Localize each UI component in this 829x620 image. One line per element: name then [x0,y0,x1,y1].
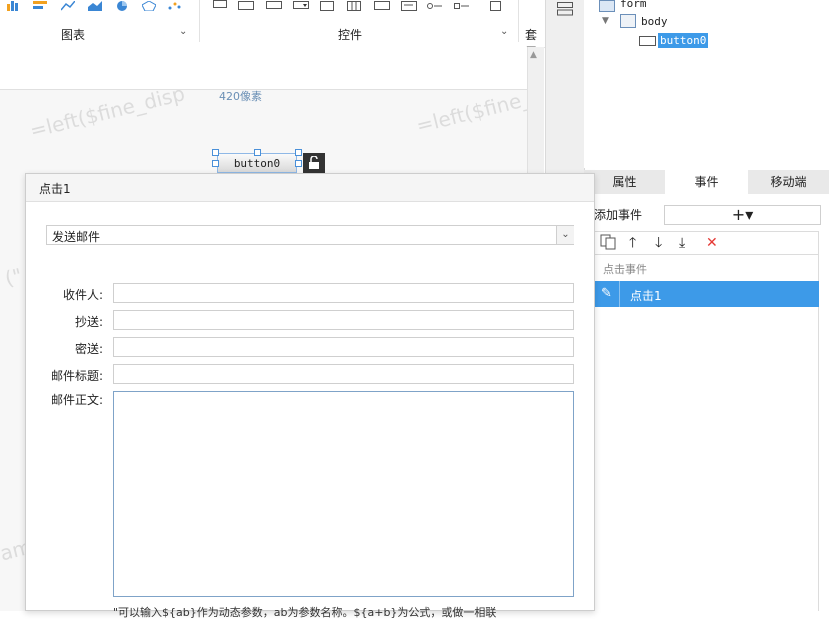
ribbon-toolbar: 图表 ⌄ 控件 ⌄ 套用 [0,0,545,59]
chevron-down-icon[interactable]: ⌄ [500,26,508,37]
resize-handle[interactable] [295,160,302,167]
event-list-item[interactable] [594,281,819,307]
ribbon-group-widgets: 控件 [338,28,363,42]
parameter-hint: "可以输入${ab}作为动态参数，ab为参数名称。${a+b}为公式，或做一相联 [113,606,497,619]
edit-pencil-icon[interactable]: ✎ [594,281,620,307]
dropdown-widget-icon[interactable] [293,0,309,10]
dialog-header [26,174,594,202]
body-label: 邮件正文: [50,393,103,407]
body-node-icon [620,14,636,28]
panel-tabs: 属性 事件 移动端 [584,170,829,194]
canvas-button-widget[interactable]: button0 [217,153,297,173]
area-chart-icon[interactable] [88,0,102,11]
ribbon-divider [518,0,519,42]
dialog-title: 点击1 [39,182,71,196]
date-widget-icon[interactable] [320,0,334,11]
textarea-widget-icon[interactable] [401,0,417,11]
subject-input[interactable] [113,364,574,384]
grid-widget-icon[interactable] [347,0,361,11]
tab-mobile[interactable]: 移动端 [748,170,829,194]
canvas-width-label: 420像素 [219,90,262,103]
label-widget-icon[interactable] [238,0,254,10]
unlock-icon[interactable] [303,153,325,173]
bcc-label: 密送: [74,342,103,356]
pie-chart-icon[interactable] [115,0,129,11]
horizontal-bar-chart-icon[interactable] [33,0,47,10]
line-chart-icon[interactable] [60,0,76,11]
move-to-bottom-icon[interactable]: ⤓ [679,234,685,252]
resize-handle[interactable] [212,149,219,156]
checkbox-group-icon[interactable] [454,0,469,10]
add-event-button[interactable]: +▾ [664,205,821,225]
tree-node-body[interactable]: body [641,15,668,28]
ribbon-divider [199,0,200,42]
number-widget-icon[interactable] [374,0,390,10]
search-widget-icon[interactable] [490,0,504,11]
recipient-label: 收件人: [62,288,103,302]
chevron-down-icon[interactable]: ⌄ [556,226,574,244]
event-item-label: 点击1 [630,289,662,303]
component-tree: form ▼ body button0 [584,0,829,168]
button-node-icon [639,36,656,46]
action-type-value: 发送邮件 [52,230,101,244]
resize-handle[interactable] [254,149,261,156]
email-body-textarea[interactable] [113,391,574,597]
scroll-up-arrow-icon[interactable]: ▲ [530,50,537,60]
delete-icon[interactable]: ✕ [706,234,718,252]
layout-icon[interactable] [557,2,573,19]
event-list [594,307,819,611]
subject-label: 邮件标题: [50,369,103,383]
move-up-icon[interactable]: 🡑 [629,234,636,252]
resize-handle[interactable] [212,160,219,167]
copy-icon[interactable] [600,234,616,255]
event-group-label: 点击事件 [603,263,647,276]
button-widget-icon[interactable] [213,0,227,8]
chevron-down-icon[interactable]: ⌄ [179,26,187,37]
cc-label: 抄送: [74,315,103,329]
resize-handle[interactable] [295,149,302,156]
tree-node-button0[interactable]: button0 [658,33,709,48]
add-event-label: 添加事件 [594,208,643,222]
scatter-chart-icon[interactable] [168,0,182,10]
radio-group-icon[interactable] [427,0,442,10]
text-field-icon[interactable] [266,0,282,10]
canvas-header-area [0,47,527,90]
recipient-input[interactable] [113,283,574,303]
event-toolbar: 🡑 🡓 ⤓ ✕ [594,231,819,255]
tab-properties[interactable]: 属性 [584,170,665,194]
ribbon-group-chart: 图表 [61,28,86,42]
cc-input[interactable] [113,310,574,330]
move-down-icon[interactable]: 🡓 [655,234,662,252]
tab-events[interactable]: 事件 [666,170,747,194]
form-node-icon [599,0,615,12]
tree-expand-icon[interactable]: ▼ [602,16,609,26]
bar-chart-icon[interactable] [7,0,21,11]
radar-chart-icon[interactable] [141,0,157,12]
action-type-select[interactable] [46,225,574,245]
bcc-input[interactable] [113,337,574,357]
tree-node-form[interactable]: form [620,0,647,10]
